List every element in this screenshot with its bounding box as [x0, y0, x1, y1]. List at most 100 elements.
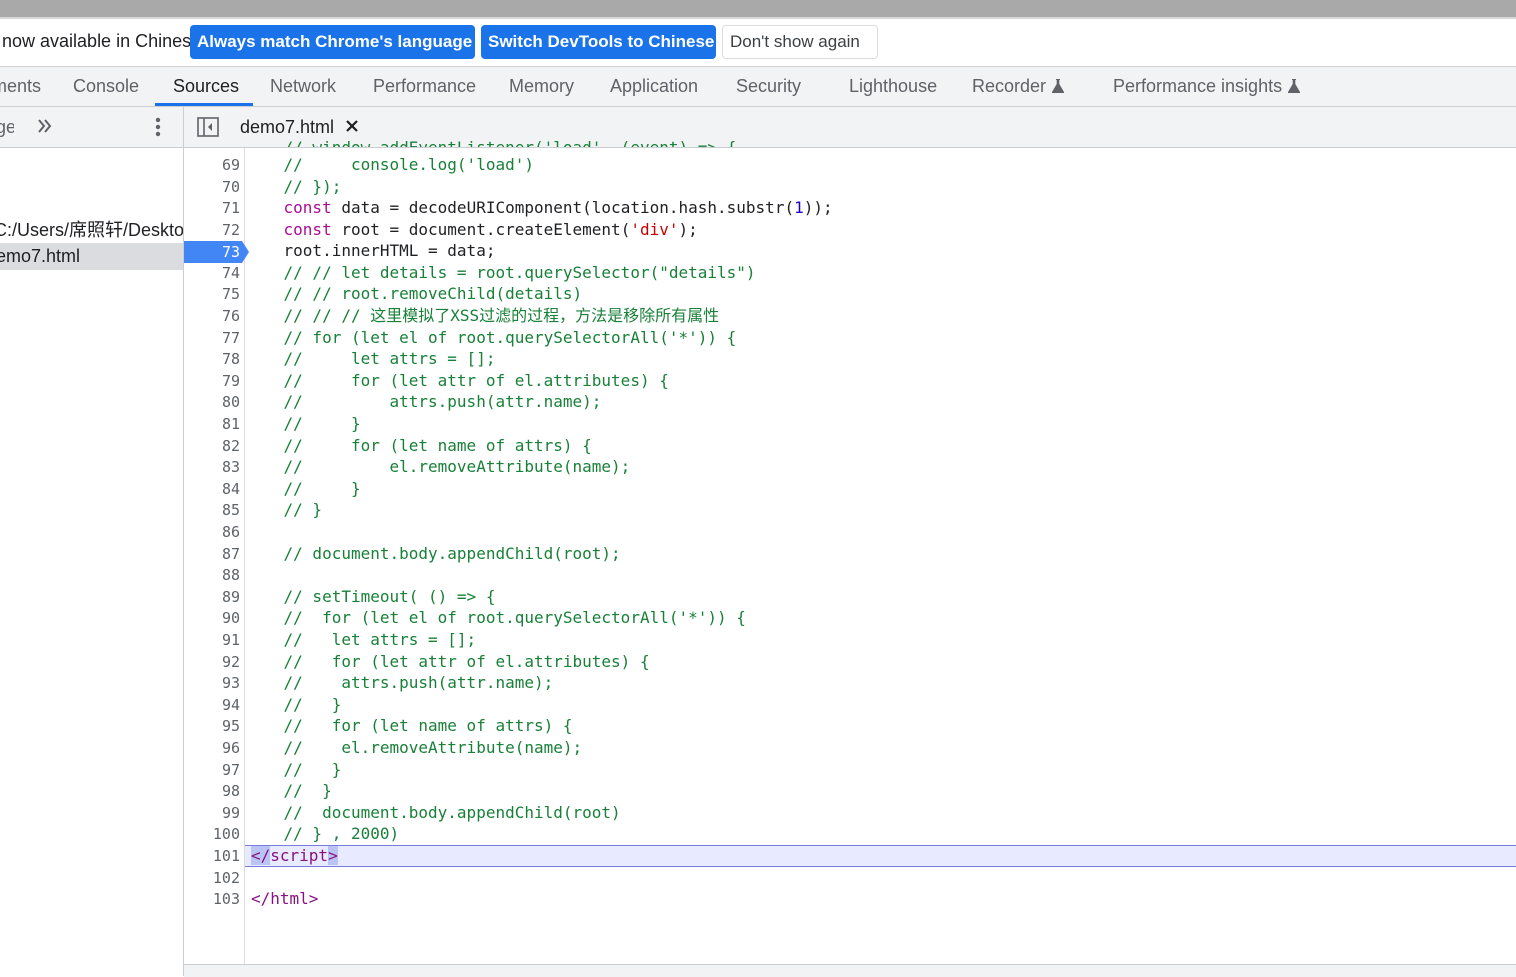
line-number[interactable]: 95: [184, 715, 240, 737]
main-tab-bar: Elements Console Sources Network Perform…: [0, 67, 1516, 107]
line-number[interactable]: 91: [184, 629, 240, 651]
code-line: // document.body.appendChild(root);: [245, 544, 621, 563]
code-line: // }: [245, 479, 361, 498]
line-number[interactable]: 72: [184, 219, 240, 241]
code-line: // for (let name of attrs) {: [245, 716, 573, 735]
code-line: // attrs.push(attr.name);: [245, 392, 602, 411]
code-line: const data = decodeURIComponent(location…: [283, 198, 833, 217]
line-number[interactable]: 93: [184, 672, 240, 694]
code-line: // }: [245, 695, 342, 714]
code-line: // for (let name of attrs) {: [245, 436, 592, 455]
more-tabs-chevron-icon[interactable]: [36, 116, 54, 136]
line-number[interactable]: 101: [184, 845, 240, 867]
tab-performance[interactable]: Performance: [373, 67, 476, 106]
line-number[interactable]: 87: [184, 543, 240, 565]
code-editor[interactable]: // console.log('load') // }); const data…: [245, 148, 1516, 964]
code-line: // }: [245, 500, 323, 519]
line-number[interactable]: 74: [184, 262, 240, 284]
code-line: // console.log('load'): [245, 155, 534, 174]
code-line: // for (let attr of el.attributes) {: [245, 371, 669, 390]
tab-sources[interactable]: Sources: [173, 67, 239, 106]
line-number[interactable]: 69: [184, 154, 240, 176]
always-match-language-button[interactable]: Always match Chrome's language: [190, 25, 475, 59]
navigator-file-selected[interactable]: demo7.html: [0, 243, 183, 270]
code-line: const root = document.createElement('div…: [283, 220, 698, 239]
line-number[interactable]: 79: [184, 370, 240, 392]
line-number[interactable]: 82: [184, 435, 240, 457]
line-number[interactable]: 76: [184, 305, 240, 327]
line-number[interactable]: 92: [184, 651, 240, 673]
code-line-partial: // window.addEventListener('load', (even…: [245, 137, 737, 147]
code-line: // }: [245, 760, 342, 779]
tab-console[interactable]: Console: [73, 67, 139, 106]
line-number[interactable]: 86: [184, 521, 240, 543]
tab-security[interactable]: Security: [736, 67, 801, 106]
tab-recorder[interactable]: Recorder: [972, 67, 1065, 106]
navigator-folder[interactable]: C:/Users/席照轩/Desktop/安全/: [0, 216, 183, 242]
tab-network[interactable]: Network: [270, 67, 336, 106]
tab-elements[interactable]: Elements: [0, 67, 41, 106]
editor-status-bar: [184, 964, 1516, 977]
tab-memory[interactable]: Memory: [509, 67, 574, 106]
code-line: </script>: [251, 846, 338, 865]
line-number[interactable]: 80: [184, 391, 240, 413]
dont-show-again-button[interactable]: Don't show again: [722, 25, 878, 59]
switch-to-chinese-button[interactable]: Switch DevTools to Chinese: [481, 25, 716, 59]
line-number[interactable]: 73: [184, 241, 240, 263]
line-number[interactable]: 96: [184, 737, 240, 759]
line-number[interactable]: 70: [184, 176, 240, 198]
line-number[interactable]: 71: [184, 197, 240, 219]
line-number[interactable]: 77: [184, 327, 240, 349]
line-number[interactable]: 75: [184, 283, 240, 305]
code-line: // for (let el of root.querySelectorAll(…: [245, 328, 737, 347]
more-options-icon[interactable]: [150, 115, 166, 139]
experiment-flask-icon: [1288, 79, 1301, 93]
code-line: // }: [245, 781, 332, 800]
line-number[interactable]: 99: [184, 802, 240, 824]
code-line: // setTimeout( () => {: [245, 587, 496, 606]
tab-application[interactable]: Application: [610, 67, 698, 106]
line-number[interactable]: 103: [184, 888, 240, 910]
navigator-tab-page[interactable]: Page: [0, 117, 14, 138]
line-number[interactable]: 102: [184, 867, 240, 889]
code-line: // attrs.push(attr.name);: [245, 673, 554, 692]
code-line: // }: [245, 414, 361, 433]
navigator-tab-label: Page: [0, 117, 14, 137]
code-line: // document.body.appendChild(root): [245, 803, 621, 822]
code-line: </html>: [251, 889, 319, 908]
line-number[interactable]: 98: [184, 780, 240, 802]
infobar-message: is now available in Chinese!: [0, 31, 207, 51]
code-line: // let attrs = [];: [245, 349, 496, 368]
close-file-icon[interactable]: [345, 119, 359, 133]
line-number[interactable]: 100: [184, 823, 240, 845]
active-tab-indicator: [155, 103, 253, 106]
line-number[interactable]: 81: [184, 413, 240, 435]
open-file-tab[interactable]: demo7.html: [240, 117, 334, 138]
line-number[interactable]: 84: [184, 478, 240, 500]
code-line: // for (let attr of el.attributes) {: [245, 652, 650, 671]
line-number[interactable]: 88: [184, 564, 240, 586]
toggle-navigator-icon[interactable]: [197, 117, 219, 137]
line-number[interactable]: 94: [184, 694, 240, 716]
code-line: // });: [245, 177, 342, 196]
code-line: // el.removeAttribute(name);: [245, 738, 583, 757]
line-number[interactable]: 78: [184, 348, 240, 370]
line-number[interactable]: 83: [184, 456, 240, 478]
code-line: // // let details = root.querySelector("…: [245, 263, 756, 282]
code-line: // el.removeAttribute(name);: [245, 457, 631, 476]
line-number[interactable]: 89: [184, 586, 240, 608]
code-line: // // // 这里模拟了XSS过滤的过程，方法是移除所有属性: [245, 306, 720, 325]
sources-toolbar: Page: [0, 107, 1516, 148]
line-number[interactable]: 90: [184, 607, 240, 629]
experiment-flask-icon: [1052, 79, 1065, 93]
code-line: // let attrs = [];: [245, 630, 477, 649]
code-line: // } , 2000): [245, 824, 400, 843]
navigator-folder-label: C:/Users/席照轩/Desktop/安全/: [0, 220, 183, 240]
navigator-file-label: demo7.html: [0, 246, 81, 266]
tab-lighthouse[interactable]: Lighthouse: [849, 67, 937, 106]
language-infobar: is now available in Chinese! Always matc…: [0, 19, 1516, 67]
tab-recorder-label: Recorder: [972, 76, 1047, 96]
line-number[interactable]: 97: [184, 759, 240, 781]
tab-performance-insights[interactable]: Performance insights: [1113, 67, 1301, 106]
line-number[interactable]: 85: [184, 499, 240, 521]
